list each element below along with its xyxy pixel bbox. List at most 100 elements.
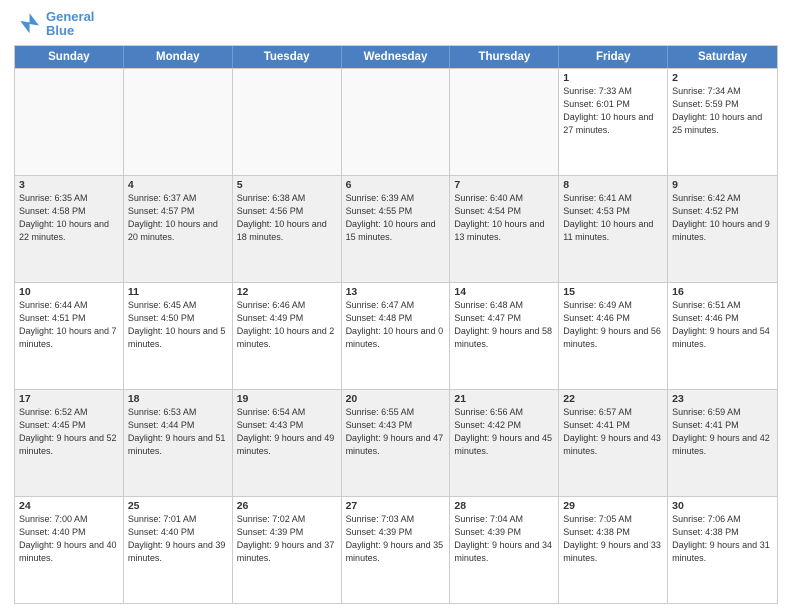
day-info: Sunrise: 6:53 AM Sunset: 4:44 PM Dayligh… — [128, 406, 228, 458]
logo: General Blue — [14, 10, 94, 39]
day-cell-4: 4Sunrise: 6:37 AM Sunset: 4:57 PM Daylig… — [124, 176, 233, 282]
day-cell-27: 27Sunrise: 7:03 AM Sunset: 4:39 PM Dayli… — [342, 497, 451, 603]
day-number: 14 — [454, 286, 554, 298]
header-day-friday: Friday — [559, 46, 668, 68]
day-cell-2: 2Sunrise: 7:34 AM Sunset: 5:59 PM Daylig… — [668, 69, 777, 175]
day-info: Sunrise: 6:39 AM Sunset: 4:55 PM Dayligh… — [346, 192, 446, 244]
day-cell-20: 20Sunrise: 6:55 AM Sunset: 4:43 PM Dayli… — [342, 390, 451, 496]
day-number: 22 — [563, 393, 663, 405]
day-info: Sunrise: 6:35 AM Sunset: 4:58 PM Dayligh… — [19, 192, 119, 244]
day-info: Sunrise: 6:48 AM Sunset: 4:47 PM Dayligh… — [454, 299, 554, 351]
day-number: 8 — [563, 179, 663, 191]
day-cell-21: 21Sunrise: 6:56 AM Sunset: 4:42 PM Dayli… — [450, 390, 559, 496]
day-number: 4 — [128, 179, 228, 191]
header-day-sunday: Sunday — [15, 46, 124, 68]
day-number: 30 — [672, 500, 773, 512]
empty-cell — [450, 69, 559, 175]
day-number: 25 — [128, 500, 228, 512]
day-number: 10 — [19, 286, 119, 298]
day-info: Sunrise: 6:41 AM Sunset: 4:53 PM Dayligh… — [563, 192, 663, 244]
day-number: 1 — [563, 72, 663, 84]
logo-icon — [14, 10, 42, 38]
day-info: Sunrise: 7:06 AM Sunset: 4:38 PM Dayligh… — [672, 513, 773, 565]
day-info: Sunrise: 6:57 AM Sunset: 4:41 PM Dayligh… — [563, 406, 663, 458]
day-cell-1: 1Sunrise: 7:33 AM Sunset: 6:01 PM Daylig… — [559, 69, 668, 175]
day-number: 15 — [563, 286, 663, 298]
day-number: 29 — [563, 500, 663, 512]
day-cell-29: 29Sunrise: 7:05 AM Sunset: 4:38 PM Dayli… — [559, 497, 668, 603]
day-cell-14: 14Sunrise: 6:48 AM Sunset: 4:47 PM Dayli… — [450, 283, 559, 389]
calendar-row-4: 24Sunrise: 7:00 AM Sunset: 4:40 PM Dayli… — [15, 496, 777, 603]
day-info: Sunrise: 7:05 AM Sunset: 4:38 PM Dayligh… — [563, 513, 663, 565]
logo-text: General Blue — [46, 10, 94, 39]
day-info: Sunrise: 7:03 AM Sunset: 4:39 PM Dayligh… — [346, 513, 446, 565]
day-number: 3 — [19, 179, 119, 191]
calendar-row-0: 1Sunrise: 7:33 AM Sunset: 6:01 PM Daylig… — [15, 68, 777, 175]
day-number: 12 — [237, 286, 337, 298]
day-info: Sunrise: 6:59 AM Sunset: 4:41 PM Dayligh… — [672, 406, 773, 458]
day-info: Sunrise: 6:56 AM Sunset: 4:42 PM Dayligh… — [454, 406, 554, 458]
day-cell-25: 25Sunrise: 7:01 AM Sunset: 4:40 PM Dayli… — [124, 497, 233, 603]
day-number: 7 — [454, 179, 554, 191]
day-cell-9: 9Sunrise: 6:42 AM Sunset: 4:52 PM Daylig… — [668, 176, 777, 282]
day-info: Sunrise: 7:04 AM Sunset: 4:39 PM Dayligh… — [454, 513, 554, 565]
day-info: Sunrise: 6:54 AM Sunset: 4:43 PM Dayligh… — [237, 406, 337, 458]
day-number: 9 — [672, 179, 773, 191]
day-info: Sunrise: 6:55 AM Sunset: 4:43 PM Dayligh… — [346, 406, 446, 458]
day-cell-16: 16Sunrise: 6:51 AM Sunset: 4:46 PM Dayli… — [668, 283, 777, 389]
day-cell-15: 15Sunrise: 6:49 AM Sunset: 4:46 PM Dayli… — [559, 283, 668, 389]
empty-cell — [124, 69, 233, 175]
day-number: 11 — [128, 286, 228, 298]
header-day-thursday: Thursday — [450, 46, 559, 68]
day-number: 17 — [19, 393, 119, 405]
day-number: 27 — [346, 500, 446, 512]
calendar-row-1: 3Sunrise: 6:35 AM Sunset: 4:58 PM Daylig… — [15, 175, 777, 282]
day-number: 26 — [237, 500, 337, 512]
empty-cell — [342, 69, 451, 175]
day-cell-30: 30Sunrise: 7:06 AM Sunset: 4:38 PM Dayli… — [668, 497, 777, 603]
calendar-body: 1Sunrise: 7:33 AM Sunset: 6:01 PM Daylig… — [15, 68, 777, 603]
day-number: 20 — [346, 393, 446, 405]
day-number: 16 — [672, 286, 773, 298]
day-cell-7: 7Sunrise: 6:40 AM Sunset: 4:54 PM Daylig… — [450, 176, 559, 282]
day-info: Sunrise: 6:45 AM Sunset: 4:50 PM Dayligh… — [128, 299, 228, 351]
day-cell-17: 17Sunrise: 6:52 AM Sunset: 4:45 PM Dayli… — [15, 390, 124, 496]
day-number: 2 — [672, 72, 773, 84]
day-info: Sunrise: 7:02 AM Sunset: 4:39 PM Dayligh… — [237, 513, 337, 565]
day-cell-22: 22Sunrise: 6:57 AM Sunset: 4:41 PM Dayli… — [559, 390, 668, 496]
day-cell-23: 23Sunrise: 6:59 AM Sunset: 4:41 PM Dayli… — [668, 390, 777, 496]
day-cell-5: 5Sunrise: 6:38 AM Sunset: 4:56 PM Daylig… — [233, 176, 342, 282]
day-number: 13 — [346, 286, 446, 298]
day-number: 18 — [128, 393, 228, 405]
day-number: 24 — [19, 500, 119, 512]
day-info: Sunrise: 6:51 AM Sunset: 4:46 PM Dayligh… — [672, 299, 773, 351]
day-number: 23 — [672, 393, 773, 405]
day-cell-3: 3Sunrise: 6:35 AM Sunset: 4:58 PM Daylig… — [15, 176, 124, 282]
day-info: Sunrise: 6:52 AM Sunset: 4:45 PM Dayligh… — [19, 406, 119, 458]
day-cell-8: 8Sunrise: 6:41 AM Sunset: 4:53 PM Daylig… — [559, 176, 668, 282]
day-info: Sunrise: 6:40 AM Sunset: 4:54 PM Dayligh… — [454, 192, 554, 244]
day-cell-28: 28Sunrise: 7:04 AM Sunset: 4:39 PM Dayli… — [450, 497, 559, 603]
day-cell-19: 19Sunrise: 6:54 AM Sunset: 4:43 PM Dayli… — [233, 390, 342, 496]
day-info: Sunrise: 6:37 AM Sunset: 4:57 PM Dayligh… — [128, 192, 228, 244]
day-cell-12: 12Sunrise: 6:46 AM Sunset: 4:49 PM Dayli… — [233, 283, 342, 389]
day-info: Sunrise: 6:38 AM Sunset: 4:56 PM Dayligh… — [237, 192, 337, 244]
day-info: Sunrise: 6:44 AM Sunset: 4:51 PM Dayligh… — [19, 299, 119, 351]
header-day-wednesday: Wednesday — [342, 46, 451, 68]
day-cell-26: 26Sunrise: 7:02 AM Sunset: 4:39 PM Dayli… — [233, 497, 342, 603]
day-cell-11: 11Sunrise: 6:45 AM Sunset: 4:50 PM Dayli… — [124, 283, 233, 389]
empty-cell — [15, 69, 124, 175]
day-number: 19 — [237, 393, 337, 405]
day-info: Sunrise: 7:34 AM Sunset: 5:59 PM Dayligh… — [672, 85, 773, 137]
calendar-row-2: 10Sunrise: 6:44 AM Sunset: 4:51 PM Dayli… — [15, 282, 777, 389]
day-info: Sunrise: 6:42 AM Sunset: 4:52 PM Dayligh… — [672, 192, 773, 244]
day-info: Sunrise: 6:47 AM Sunset: 4:48 PM Dayligh… — [346, 299, 446, 351]
header-day-tuesday: Tuesday — [233, 46, 342, 68]
day-number: 6 — [346, 179, 446, 191]
calendar: SundayMondayTuesdayWednesdayThursdayFrid… — [14, 45, 778, 604]
page: General Blue SundayMondayTuesdayWednesda… — [0, 0, 792, 612]
calendar-header: SundayMondayTuesdayWednesdayThursdayFrid… — [15, 46, 777, 68]
calendar-row-3: 17Sunrise: 6:52 AM Sunset: 4:45 PM Dayli… — [15, 389, 777, 496]
day-number: 5 — [237, 179, 337, 191]
day-cell-24: 24Sunrise: 7:00 AM Sunset: 4:40 PM Dayli… — [15, 497, 124, 603]
